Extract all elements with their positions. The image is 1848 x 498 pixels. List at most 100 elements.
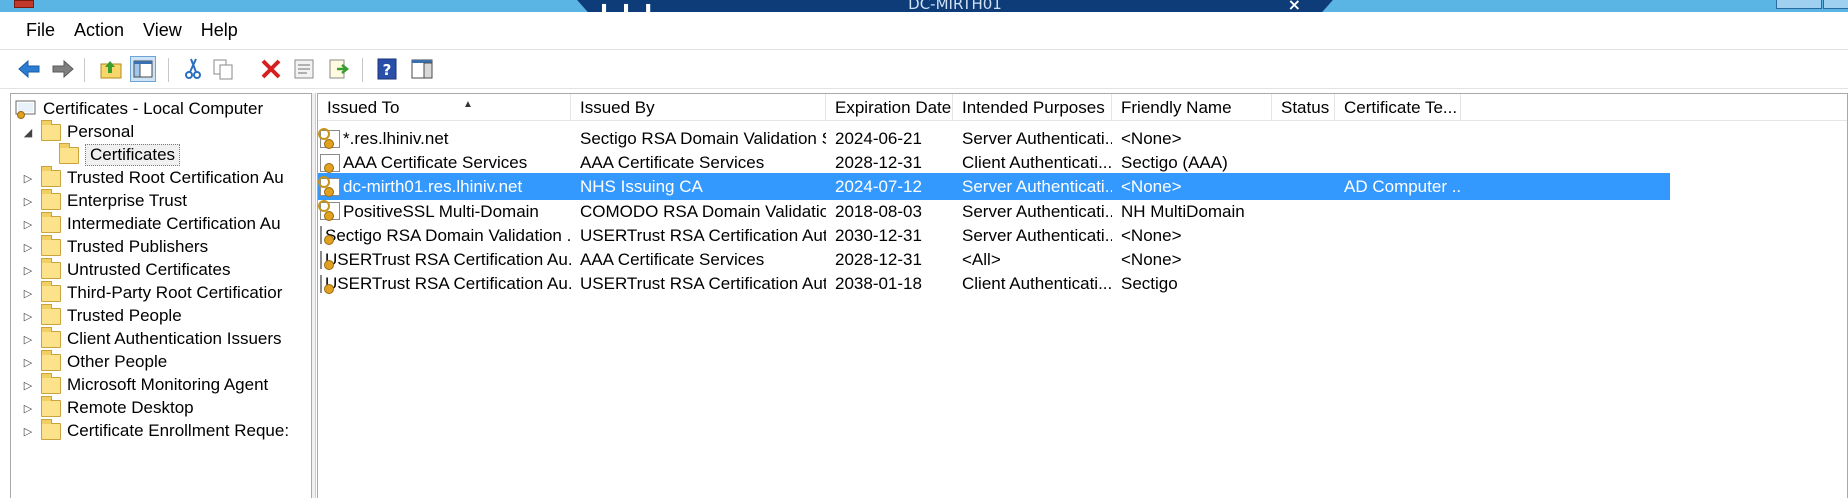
folder-icon xyxy=(41,349,61,371)
copy-icon[interactable] xyxy=(210,56,236,82)
cell-issued-by: Sectigo RSA Domain Validation Se... xyxy=(571,125,826,152)
folder-icon xyxy=(41,280,61,302)
cell-issued-to: dc-mirth01.res.lhiniv.net xyxy=(318,173,571,200)
column-header-label: Expiration Date xyxy=(835,98,952,117)
tree-item-store[interactable]: ▷ Certificate Enrollment Reque: xyxy=(19,418,289,443)
table-row[interactable]: PositiveSSL Multi-Domain COMODO RSA Domai… xyxy=(318,198,1670,225)
tree-item-store[interactable]: ▷ Remote Desktop xyxy=(19,395,194,420)
export-list-icon[interactable] xyxy=(326,56,352,82)
expand-arrow-icon[interactable]: ▷ xyxy=(19,310,37,323)
expand-arrow-icon[interactable]: ▷ xyxy=(19,195,37,208)
certificate-list[interactable]: Issued To ▲ Issued By Expiration Date In… xyxy=(317,93,1848,498)
toolbar-separator xyxy=(168,58,169,82)
column-header-certificate-template[interactable]: Certificate Te... xyxy=(1335,94,1461,121)
tree-item-store[interactable]: ▷ Trusted Publishers xyxy=(19,234,209,259)
rdp-close-icon[interactable]: × xyxy=(1288,0,1301,12)
collapse-arrow-icon[interactable]: ◢ xyxy=(19,126,37,139)
cell-text: COMODO RSA Domain Validation... xyxy=(580,201,826,221)
expand-arrow-icon[interactable]: ▷ xyxy=(19,402,37,415)
expand-arrow-icon[interactable]: ▷ xyxy=(19,287,37,300)
column-header-expiration-date[interactable]: Expiration Date xyxy=(826,94,953,121)
column-header-status[interactable]: Status xyxy=(1272,94,1335,121)
tree-item-store[interactable]: ▷ Third-Party Root Certificatior xyxy=(19,280,282,305)
expand-arrow-icon[interactable]: ▷ xyxy=(19,218,37,231)
table-row[interactable]: USERTrust RSA Certification Au... AAA Cer… xyxy=(318,246,1670,273)
cell-certificate-template xyxy=(1335,198,1461,225)
cell-issued-by: USERTrust RSA Certification Auth... xyxy=(571,222,826,249)
certificates-snapin-icon xyxy=(15,100,36,119)
maximize-button[interactable] xyxy=(1823,0,1848,9)
tree-item-store[interactable]: ▷ Trusted Root Certification Au xyxy=(19,165,284,190)
expand-arrow-icon[interactable]: ▷ xyxy=(19,356,37,369)
cell-friendly-name: NH MultiDomain xyxy=(1112,198,1272,225)
cell-text: AAA Certificate Services xyxy=(580,153,765,173)
column-header-intended-purposes[interactable]: Intended Purposes xyxy=(953,94,1112,121)
cell-expiration-date: 2028-12-31 xyxy=(826,149,953,176)
cell-friendly-name: Sectigo (AAA) xyxy=(1112,149,1272,176)
show-hide-console-tree-icon[interactable] xyxy=(130,56,156,82)
up-folder-icon[interactable] xyxy=(98,56,124,82)
tree-item-store[interactable]: ▷ Other People xyxy=(19,349,167,374)
expand-arrow-icon[interactable]: ▷ xyxy=(19,264,37,277)
column-header-friendly-name[interactable]: Friendly Name xyxy=(1112,94,1272,121)
column-header-issued-by[interactable]: Issued By xyxy=(571,94,826,121)
tree-item-store[interactable]: ▷ Client Authentication Issuers xyxy=(19,326,282,351)
cell-issued-by: USERTrust RSA Certification Auth... xyxy=(571,270,826,297)
cell-text: <None> xyxy=(1121,177,1182,197)
delete-icon[interactable] xyxy=(258,56,284,82)
column-header-label: Issued To xyxy=(327,98,400,117)
column-header-issued-to[interactable]: Issued To ▲ xyxy=(318,94,571,121)
cell-text: 2038-01-18 xyxy=(835,274,922,294)
svg-text:?: ? xyxy=(383,61,392,79)
cell-text: NH MultiDomain xyxy=(1121,201,1245,221)
cell-certificate-template xyxy=(1335,270,1461,297)
column-header-label: Status xyxy=(1281,98,1330,117)
menu-action[interactable]: Action xyxy=(65,16,134,45)
expand-arrow-icon[interactable]: ▷ xyxy=(19,333,37,346)
tree-item-store[interactable]: ▷ Trusted People xyxy=(19,303,182,328)
table-row[interactable]: AAA Certificate Services AAA Certificate … xyxy=(318,149,1670,176)
tree-item-store[interactable]: ▷ Intermediate Certification Au xyxy=(19,211,281,236)
cut-icon[interactable] xyxy=(180,56,206,82)
menu-view[interactable]: View xyxy=(134,16,192,45)
folder-icon xyxy=(41,234,61,256)
cell-issued-by: AAA Certificate Services xyxy=(571,246,826,273)
forward-arrow-icon[interactable] xyxy=(50,56,76,82)
toolbar-separator xyxy=(84,58,85,82)
show-action-pane-icon[interactable] xyxy=(409,56,435,82)
back-arrow-icon[interactable] xyxy=(16,56,42,82)
console-tree[interactable]: Certificates - Local Computer ◢ Personal… xyxy=(10,93,312,498)
cell-text: 2018-08-03 xyxy=(835,201,922,221)
expand-arrow-icon[interactable]: ▷ xyxy=(19,425,37,438)
tree-item-store[interactable]: ▷ Enterprise Trust xyxy=(19,188,187,213)
tree-item-personal[interactable]: ◢ Personal xyxy=(19,119,134,144)
folder-icon xyxy=(41,165,61,187)
tree-root-local-computer[interactable]: Certificates - Local Computer xyxy=(15,97,263,121)
tree-item-certificates[interactable]: Certificates xyxy=(55,142,181,167)
cell-friendly-name: <None> xyxy=(1112,173,1272,200)
remote-desktop-connection-bar[interactable]: ▮▮▮ DC-MIRTH01 × xyxy=(570,0,1340,12)
cell-status xyxy=(1272,246,1335,273)
expand-arrow-icon[interactable]: ▷ xyxy=(19,241,37,254)
expand-arrow-icon[interactable]: ▷ xyxy=(19,172,37,185)
menu-help[interactable]: Help xyxy=(192,16,248,45)
cell-text: Client Authenticati... xyxy=(962,153,1112,173)
help-icon[interactable]: ? xyxy=(374,56,400,82)
table-row[interactable]: USERTrust RSA Certification Au... USERTru… xyxy=(318,270,1670,297)
properties-icon[interactable] xyxy=(291,56,317,82)
tree-item-label: Trusted Publishers xyxy=(67,237,209,256)
table-row[interactable]: Sectigo RSA Domain Validation ... USERTru… xyxy=(318,222,1670,249)
table-row[interactable]: dc-mirth01.res.lhiniv.net NHS Issuing CA 2… xyxy=(318,173,1670,201)
tree-item-store[interactable]: ▷ Untrusted Certificates xyxy=(19,257,230,282)
expand-arrow-icon[interactable]: ▷ xyxy=(19,379,37,392)
cell-status xyxy=(1272,149,1335,176)
minimize-button[interactable] xyxy=(1776,0,1822,9)
menu-file[interactable]: File xyxy=(17,16,65,45)
sort-ascending-icon: ▲ xyxy=(463,99,473,110)
toolbar-separator xyxy=(362,58,363,82)
pane-splitter[interactable] xyxy=(312,93,316,498)
cell-text: 2028-12-31 xyxy=(835,153,922,173)
table-row[interactable]: *.res.lhiniv.net Sectigo RSA Domain Valid… xyxy=(318,125,1670,152)
cell-text: Sectigo RSA Domain Validation ... xyxy=(325,225,571,245)
tree-item-store[interactable]: ▷ Microsoft Monitoring Agent xyxy=(19,372,268,397)
